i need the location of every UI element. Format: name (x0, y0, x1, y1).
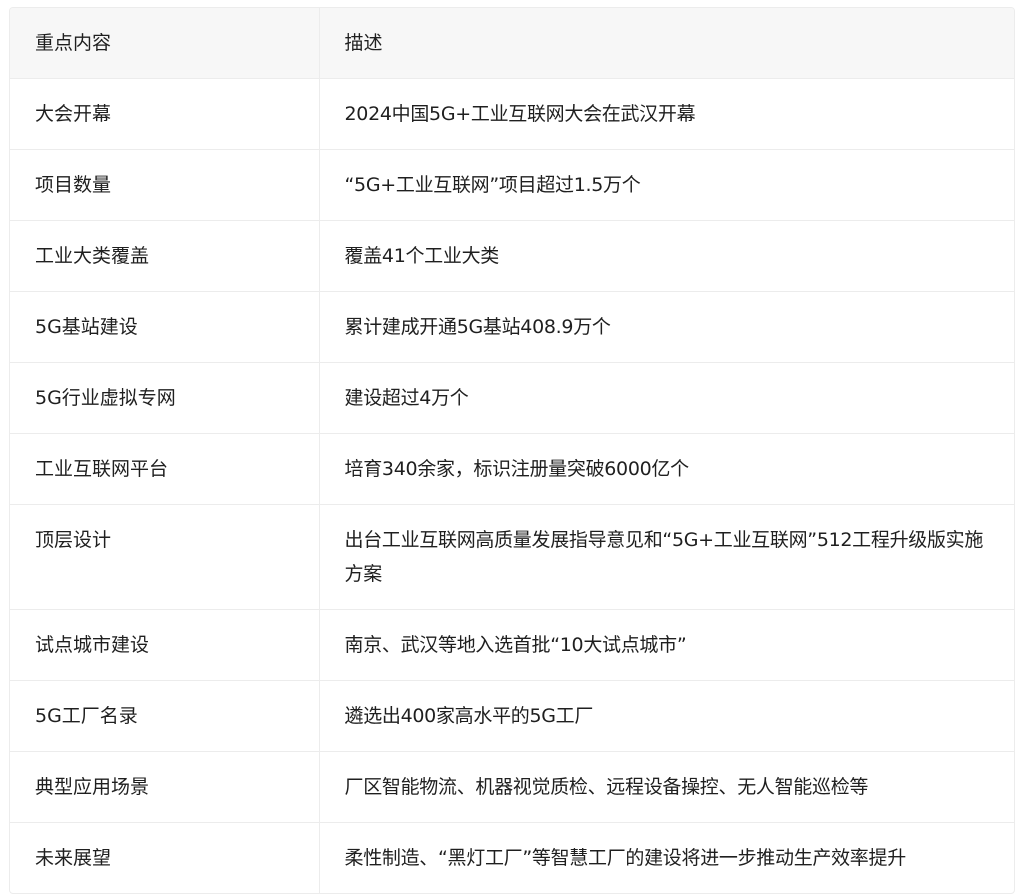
row-key: 顶层设计 (10, 504, 319, 610)
table-row: 试点城市建设 南京、武汉等地入选首批“10大试点城市” (10, 609, 1014, 681)
row-key: 大会开幕 (10, 78, 319, 150)
table-row: 5G工厂名录 遴选出400家高水平的5G工厂 (10, 680, 1014, 752)
table-row: 顶层设计 出台工业互联网高质量发展指导意见和“5G+工业互联网”512工程升级版… (10, 504, 1014, 610)
row-key: 5G行业虚拟专网 (10, 362, 319, 434)
row-description: 培育340余家，标识注册量突破6000亿个 (318, 433, 1014, 505)
row-key: 典型应用场景 (10, 751, 319, 823)
row-description: 南京、武汉等地入选首批“10大试点城市” (318, 609, 1014, 681)
summary-table: 重点内容 描述 大会开幕 2024中国5G+工业互联网大会在武汉开幕 项目数量 … (10, 8, 1014, 893)
table-row: 典型应用场景 厂区智能物流、机器视觉质检、远程设备操控、无人智能巡检等 (10, 751, 1014, 823)
row-description: 柔性制造、“黑灯工厂”等智慧工厂的建设将进一步推动生产效率提升 (318, 822, 1014, 893)
row-description: 2024中国5G+工业互联网大会在武汉开幕 (318, 78, 1014, 150)
row-description: 出台工业互联网高质量发展指导意见和“5G+工业互联网”512工程升级版实施方案 (318, 504, 1014, 610)
row-description: 建设超过4万个 (318, 362, 1014, 434)
row-description: “5G+工业互联网”项目超过1.5万个 (318, 149, 1014, 221)
table-row: 未来展望 柔性制造、“黑灯工厂”等智慧工厂的建设将进一步推动生产效率提升 (10, 822, 1014, 893)
column-header-description: 描述 (318, 8, 1014, 79)
table-row: 项目数量 “5G+工业互联网”项目超过1.5万个 (10, 149, 1014, 221)
table-row: 工业大类覆盖 覆盖41个工业大类 (10, 220, 1014, 292)
row-description: 覆盖41个工业大类 (318, 220, 1014, 292)
row-key: 工业互联网平台 (10, 433, 319, 505)
row-key: 未来展望 (35, 847, 112, 869)
summary-table-container: 重点内容 描述 大会开幕 2024中国5G+工业互联网大会在武汉开幕 项目数量 … (9, 7, 1015, 894)
table-row: 大会开幕 2024中国5G+工业互联网大会在武汉开幕 (10, 78, 1014, 150)
row-description: 厂区智能物流、机器视觉质检、远程设备操控、无人智能巡检等 (318, 751, 1014, 823)
row-key: 项目数量 (10, 149, 319, 221)
table-row: 5G基站建设 累计建成开通5G基站408.9万个 (10, 291, 1014, 363)
table-row: 5G行业虚拟专网 建设超过4万个 (10, 362, 1014, 434)
column-header-key: 重点内容 (10, 8, 319, 79)
row-description: 遴选出400家高水平的5G工厂 (318, 680, 1014, 752)
table-row: 工业互联网平台 培育340余家，标识注册量突破6000亿个 (10, 433, 1014, 505)
row-key: 5G基站建设 (10, 291, 319, 363)
row-key: 5G工厂名录 (10, 680, 319, 752)
table-header-row: 重点内容 描述 (10, 8, 1014, 79)
row-description: 累计建成开通5G基站408.9万个 (318, 291, 1014, 363)
row-key: 试点城市建设 (10, 609, 319, 681)
row-key: 工业大类覆盖 (10, 220, 319, 292)
